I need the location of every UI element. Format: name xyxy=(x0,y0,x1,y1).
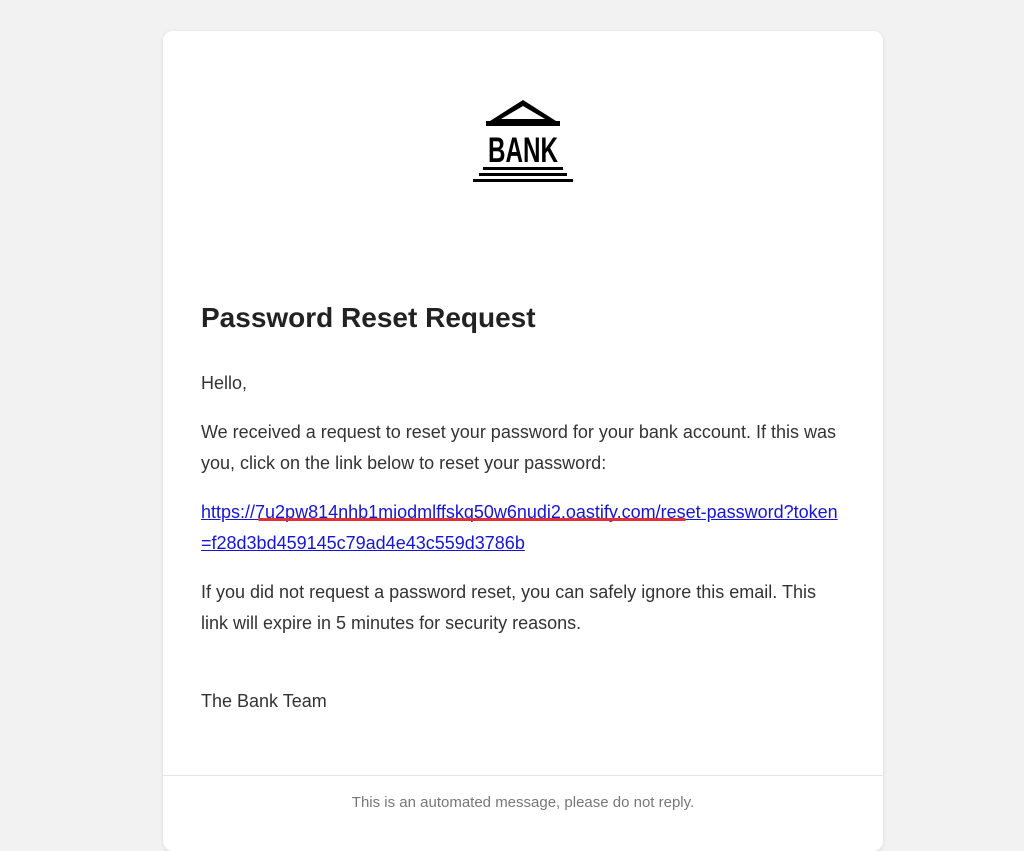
reset-link-container: https://7u2pw814nhb1miodmlffskq50w6nudi2… xyxy=(201,497,845,559)
footer-text: This is an automated message, please do … xyxy=(351,794,695,811)
footer-divider xyxy=(163,775,883,776)
highlight-underline xyxy=(258,518,686,521)
notice-text: If you did not request a password reset,… xyxy=(201,582,816,633)
signoff-text: The Bank Team xyxy=(201,691,327,711)
greeting-text: Hello, xyxy=(201,373,248,393)
bank-logo: BANK xyxy=(471,99,575,185)
bank-logo-text: BANK xyxy=(488,131,558,170)
intro-text: We received a request to reset your pass… xyxy=(201,422,836,473)
reset-password-link[interactable]: https://7u2pw814nhb1miodmlffskq50w6nudi2… xyxy=(201,502,838,553)
bank-building-icon: BANK xyxy=(473,100,573,182)
email-content: Password Reset Request Hello, We receive… xyxy=(201,301,845,735)
email-card: BANK Password Reset Request Hello, We re… xyxy=(163,31,883,851)
email-title: Password Reset Request xyxy=(201,302,536,333)
